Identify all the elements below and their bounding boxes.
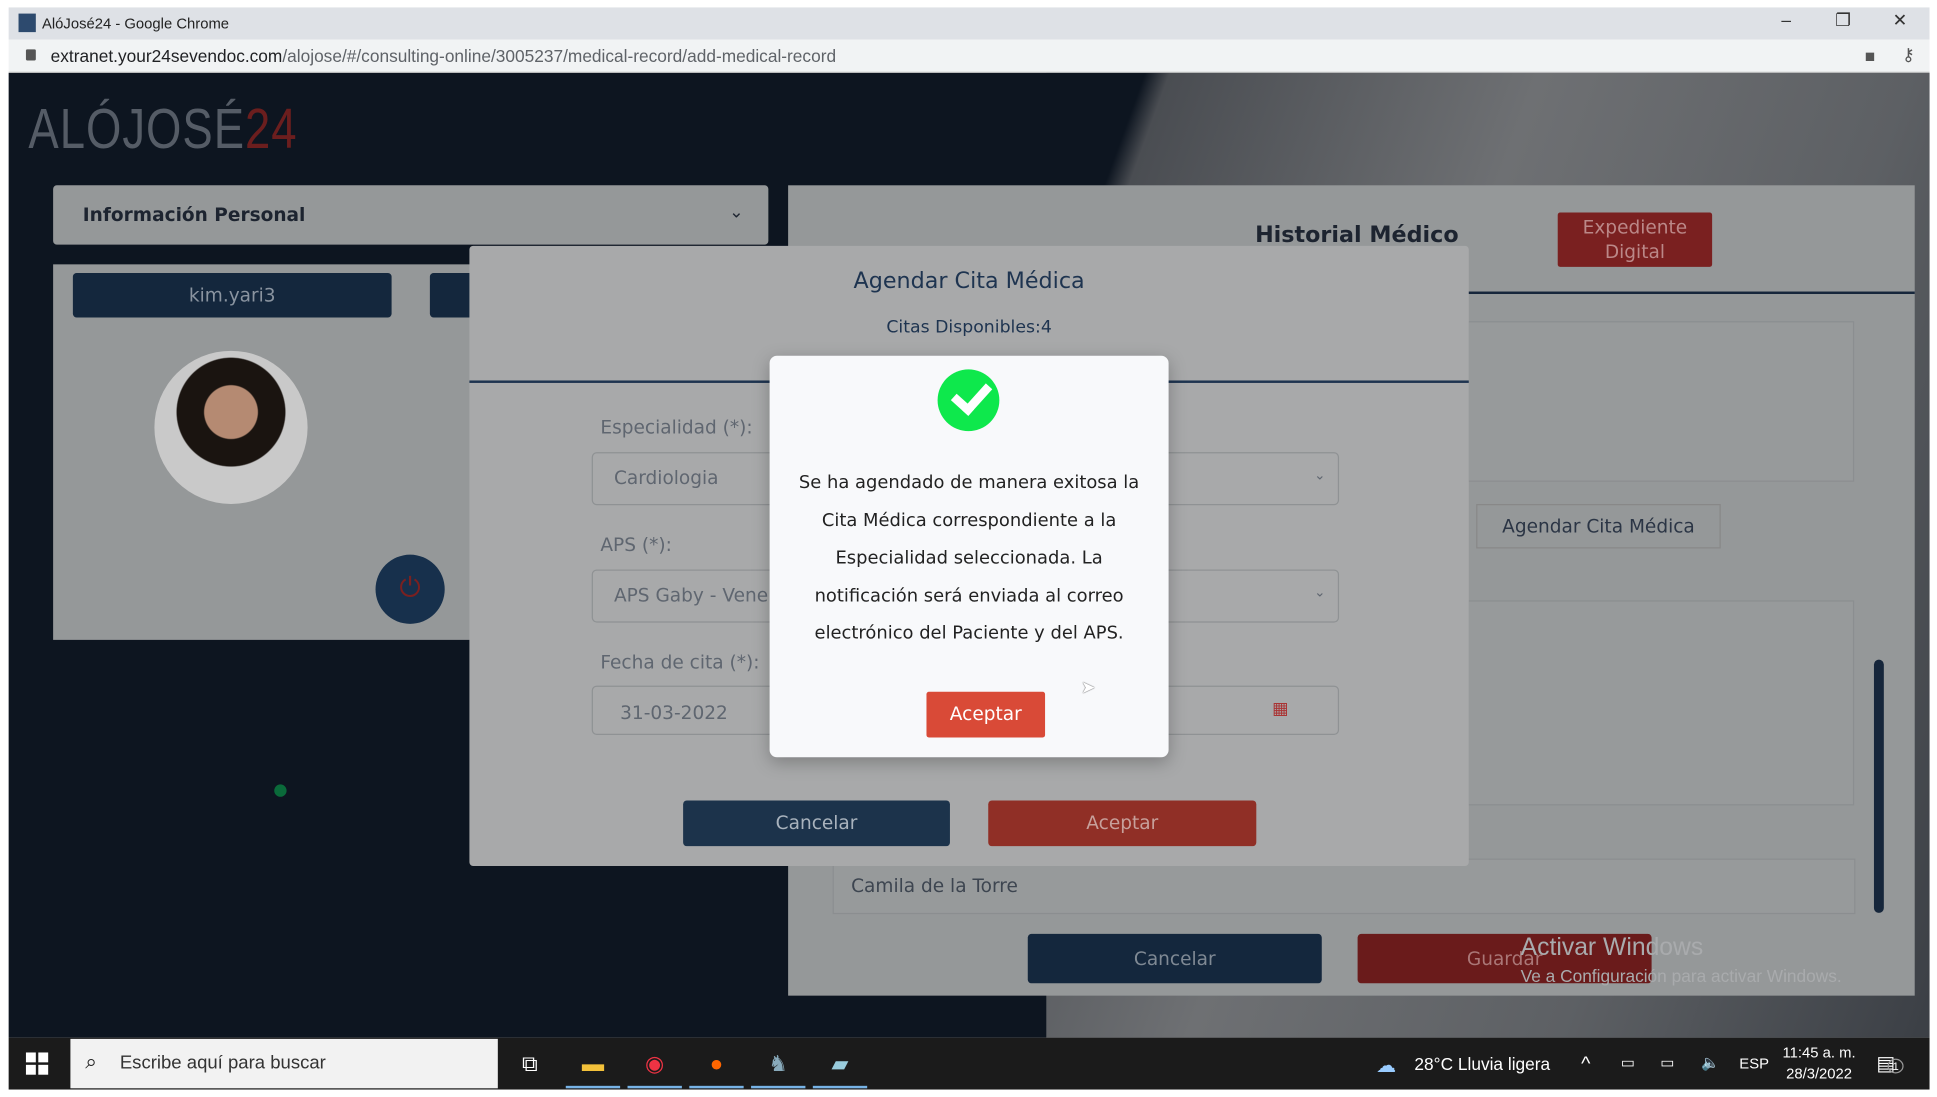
avatar xyxy=(154,350,308,505)
personal-info-label: Información Personal xyxy=(82,203,306,227)
chevron-down-icon: ⌄ xyxy=(729,202,744,223)
date: 28/3/2022 xyxy=(1786,1064,1853,1083)
history-title: Historial Médico xyxy=(1255,222,1459,249)
window-title: AlóJosé24 - Google Chrome xyxy=(42,14,230,33)
chevron-down-icon: ⌄ xyxy=(1314,584,1326,601)
username-button[interactable]: kim.yari3 xyxy=(72,273,392,318)
profile-card: kim.yari3 ⏻ xyxy=(53,264,480,640)
scrollbar[interactable] xyxy=(1873,659,1884,913)
notification-count: 1 xyxy=(1887,1058,1904,1074)
file-explorer-icon[interactable]: ▬ xyxy=(565,1044,621,1089)
search-placeholder: Escribe aquí para buscar xyxy=(119,1052,326,1074)
weather-icon[interactable]: ☁ xyxy=(1376,1054,1396,1079)
chrome-icon[interactable]: ◉ xyxy=(627,1044,682,1089)
logo: ALÓJOSÉ24 xyxy=(28,95,297,162)
time: 11:45 a. m. xyxy=(1782,1043,1856,1062)
restore-button[interactable]: ❐ xyxy=(1818,10,1867,37)
success-check-icon xyxy=(937,369,1000,432)
logo-accent: 24 xyxy=(245,96,298,161)
specialty-label: Especialidad (*): xyxy=(600,416,753,439)
history-cancel-button[interactable]: Cancelar xyxy=(1027,933,1322,984)
windows-start-icon[interactable] xyxy=(25,1052,49,1075)
power-icon[interactable]: ⏻ xyxy=(375,554,445,624)
taskbar-search[interactable]: ⌕ Escribe aquí para buscar xyxy=(70,1038,498,1089)
specialty-value: Cardiologia xyxy=(613,466,719,490)
agendar-cita-button[interactable]: Agendar Cita Médica xyxy=(1476,504,1721,549)
modal-title: Agendar Cita Médica xyxy=(853,268,1085,295)
success-alert: Se ha agendado de manera exitosa la Cita… xyxy=(769,355,1169,758)
browser-app-icon[interactable]: ● xyxy=(689,1044,744,1089)
aps-value: APS Gaby - Vene xyxy=(613,584,769,607)
personal-info-accordion[interactable]: Información Personal ⌄ xyxy=(53,185,769,245)
battery-icon[interactable]: ▭ xyxy=(1621,1054,1635,1071)
alert-message: Se ha agendado de manera exitosa la Cita… xyxy=(798,473,1140,644)
minimize-button[interactable]: – xyxy=(1762,10,1811,37)
doctor-name-input[interactable]: Camila de la Torre xyxy=(832,858,1856,915)
taskbar: ⌕ Escribe aquí para buscar ⧉ ▬ ◉ ● ♞ ▰ ☁ … xyxy=(8,1037,1930,1090)
chevron-up-icon[interactable]: ^ xyxy=(1581,1054,1590,1076)
address-bar[interactable]: extranet.your24sevendoc.com/alojose/#/co… xyxy=(8,39,1930,73)
url-path: /alojose/#/consulting-online/3005237/med… xyxy=(282,45,837,66)
language-indicator[interactable]: ESP xyxy=(1739,1055,1769,1072)
watermark-title: Activar Windows xyxy=(1520,933,1704,962)
modal-accept-button[interactable]: Aceptar xyxy=(988,800,1257,847)
aps-label: APS (*): xyxy=(600,533,672,556)
date-value: 31-03-2022 xyxy=(620,701,728,724)
date-label: Fecha de cita (*): xyxy=(600,651,760,674)
alert-ok-button[interactable]: Aceptar xyxy=(926,691,1046,738)
watermark-subtitle: Ve a Configuración para activar Windows. xyxy=(1520,966,1842,986)
modal-cancel-button[interactable]: Cancelar xyxy=(683,800,950,847)
favicon-icon xyxy=(18,13,36,33)
expediente-digital-button[interactable]: Expediente Digital xyxy=(1557,212,1713,267)
textarea-details[interactable] xyxy=(1467,600,1855,806)
textarea-notes[interactable] xyxy=(1467,321,1855,482)
notepad-app-icon[interactable]: ▰ xyxy=(812,1044,868,1089)
task-view-icon[interactable]: ⧉ xyxy=(503,1044,557,1088)
logo-text: ALÓJOSÉ xyxy=(28,96,246,161)
windows-activation-watermark: Activar Windows Ve a Configuración para … xyxy=(1521,934,1842,986)
network-icon[interactable]: ▭ xyxy=(1660,1054,1674,1071)
lock-icon xyxy=(25,49,36,61)
database-app-icon[interactable]: ♞ xyxy=(751,1044,806,1089)
browser-title-bar: AlóJosé24 - Google Chrome – ❐ ✕ xyxy=(8,7,1930,40)
clock[interactable]: 11:45 a. m. 28/3/2022 xyxy=(1783,1043,1856,1085)
calendar-icon[interactable]: ▦ xyxy=(1272,699,1288,719)
weather-text[interactable]: 28°C Lluvia ligera xyxy=(1414,1054,1550,1074)
divider xyxy=(1467,291,1915,295)
mouse-cursor-icon: ➤ xyxy=(1080,678,1096,698)
decorative-dot xyxy=(274,784,287,797)
notifications-icon[interactable]: ▤1 xyxy=(1876,1051,1904,1076)
camera-icon[interactable]: ■ xyxy=(1865,46,1875,66)
chevron-down-icon: ⌄ xyxy=(1314,466,1326,484)
close-button[interactable]: ✕ xyxy=(1875,10,1924,37)
key-icon[interactable]: ⚷ xyxy=(1902,44,1915,65)
url-text[interactable]: extranet.your24sevendoc.com/alojose/#/co… xyxy=(51,46,836,66)
volume-icon[interactable]: 🔈 xyxy=(1701,1054,1719,1071)
search-icon: ⌕ xyxy=(85,1050,98,1074)
available-appointments: Citas Disponibles:4 xyxy=(886,317,1052,338)
url-host: extranet.your24sevendoc.com xyxy=(50,45,283,66)
